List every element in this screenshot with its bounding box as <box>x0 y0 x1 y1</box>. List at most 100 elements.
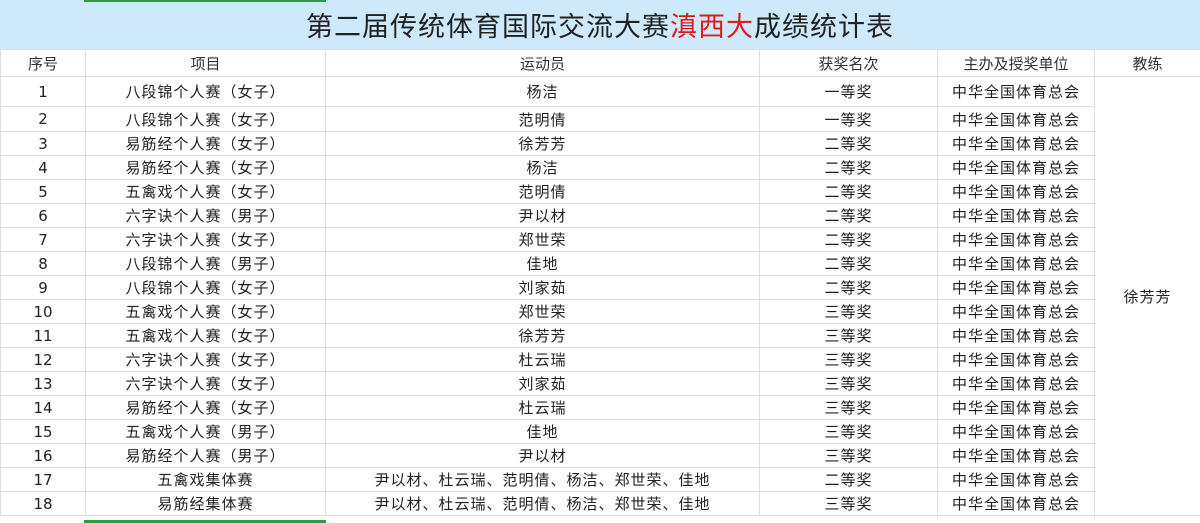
event-cell[interactable]: 易筋经个人赛（女子） <box>85 395 326 420</box>
rank-cell[interactable]: 二等奖 <box>759 467 938 492</box>
organizer-cell[interactable]: 中华全国体育总会 <box>937 179 1095 204</box>
row-index-cell[interactable]: 3 <box>0 131 86 156</box>
event-cell[interactable]: 八段锦个人赛（女子） <box>85 106 326 132</box>
organizer-cell[interactable]: 中华全国体育总会 <box>937 251 1095 276</box>
athlete-cell[interactable]: 佳地 <box>325 251 760 276</box>
organizer-cell[interactable]: 中华全国体育总会 <box>937 323 1095 348</box>
header-organizer[interactable]: 主办及授奖单位 <box>937 49 1095 77</box>
row-index-cell[interactable]: 16 <box>0 443 86 468</box>
row-index-cell[interactable]: 14 <box>0 395 86 420</box>
rank-cell[interactable]: 三等奖 <box>759 491 938 516</box>
organizer-cell[interactable]: 中华全国体育总会 <box>937 76 1095 107</box>
athlete-cell[interactable]: 尹以材、杜云瑞、范明倩、杨洁、郑世荣、佳地 <box>325 491 760 516</box>
rank-cell[interactable]: 二等奖 <box>759 227 938 252</box>
organizer-cell[interactable]: 中华全国体育总会 <box>937 203 1095 228</box>
event-cell[interactable]: 六字诀个人赛（女子） <box>85 371 326 396</box>
athlete-cell[interactable]: 范明倩 <box>325 179 760 204</box>
row-index-cell[interactable]: 8 <box>0 251 86 276</box>
rank-cell[interactable]: 三等奖 <box>759 395 938 420</box>
row-index-cell[interactable]: 6 <box>0 203 86 228</box>
organizer-cell[interactable]: 中华全国体育总会 <box>937 347 1095 372</box>
athlete-cell[interactable]: 范明倩 <box>325 106 760 132</box>
rank-cell[interactable]: 二等奖 <box>759 179 938 204</box>
row-index-cell[interactable]: 5 <box>0 179 86 204</box>
rank-cell[interactable]: 二等奖 <box>759 275 938 300</box>
athlete-cell[interactable]: 郑世荣 <box>325 299 760 324</box>
row-index-cell[interactable]: 12 <box>0 347 86 372</box>
athlete-cell[interactable]: 杨洁 <box>325 76 760 107</box>
athlete-cell[interactable]: 刘家茹 <box>325 371 760 396</box>
row-index-cell[interactable]: 11 <box>0 323 86 348</box>
rank-cell[interactable]: 三等奖 <box>759 371 938 396</box>
event-cell[interactable]: 八段锦个人赛（女子） <box>85 275 326 300</box>
organizer-cell[interactable]: 中华全国体育总会 <box>937 491 1095 516</box>
row-index-cell[interactable]: 7 <box>0 227 86 252</box>
rank-cell[interactable]: 二等奖 <box>759 131 938 156</box>
event-cell[interactable]: 易筋经个人赛（女子） <box>85 131 326 156</box>
row-index-cell[interactable]: 10 <box>0 299 86 324</box>
organizer-cell[interactable]: 中华全国体育总会 <box>937 443 1095 468</box>
header-event[interactable]: 项目 <box>85 49 326 77</box>
organizer-cell[interactable]: 中华全国体育总会 <box>937 106 1095 132</box>
athlete-cell[interactable]: 尹以材 <box>325 203 760 228</box>
athlete-cell[interactable]: 徐芳芳 <box>325 323 760 348</box>
coach-cell[interactable]: 徐芳芳 <box>1094 76 1200 516</box>
rank-cell[interactable]: 三等奖 <box>759 419 938 444</box>
rank-cell[interactable]: 三等奖 <box>759 299 938 324</box>
organizer-cell[interactable]: 中华全国体育总会 <box>937 131 1095 156</box>
event-cell[interactable]: 易筋经集体赛 <box>85 491 326 516</box>
event-cell[interactable]: 六字诀个人赛（女子） <box>85 347 326 372</box>
rank-cell[interactable]: 三等奖 <box>759 323 938 348</box>
header-coach[interactable]: 教练 <box>1094 49 1200 77</box>
header-rank[interactable]: 获奖名次 <box>759 49 938 77</box>
rank-cell[interactable]: 二等奖 <box>759 155 938 180</box>
rank-cell[interactable]: 二等奖 <box>759 251 938 276</box>
event-cell[interactable]: 五禽戏个人赛（女子） <box>85 179 326 204</box>
event-cell[interactable]: 易筋经个人赛（男子） <box>85 443 326 468</box>
rank-cell[interactable]: 一等奖 <box>759 106 938 132</box>
rank-cell[interactable]: 一等奖 <box>759 76 938 107</box>
event-cell[interactable]: 六字诀个人赛（男子） <box>85 203 326 228</box>
row-index-cell[interactable]: 9 <box>0 275 86 300</box>
organizer-cell[interactable]: 中华全国体育总会 <box>937 371 1095 396</box>
row-index-cell[interactable]: 17 <box>0 467 86 492</box>
row-index-cell[interactable]: 18 <box>0 491 86 516</box>
row-index-cell[interactable]: 2 <box>0 106 86 132</box>
athlete-cell[interactable]: 尹以材、杜云瑞、范明倩、杨洁、郑世荣、佳地 <box>325 467 760 492</box>
rank-cell[interactable]: 二等奖 <box>759 203 938 228</box>
athlete-cell[interactable]: 杨洁 <box>325 155 760 180</box>
athlete-cell[interactable]: 徐芳芳 <box>325 131 760 156</box>
athlete-cell[interactable]: 刘家茹 <box>325 275 760 300</box>
organizer-cell[interactable]: 中华全国体育总会 <box>937 227 1095 252</box>
event-cell[interactable]: 五禽戏个人赛（男子） <box>85 419 326 444</box>
athlete-cell[interactable]: 尹以材 <box>325 443 760 468</box>
rank-cell[interactable]: 三等奖 <box>759 347 938 372</box>
event-cell[interactable]: 易筋经个人赛（女子） <box>85 155 326 180</box>
organizer-cell[interactable]: 中华全国体育总会 <box>937 467 1095 492</box>
organizer-cell[interactable]: 中华全国体育总会 <box>937 155 1095 180</box>
rank-cell[interactable]: 三等奖 <box>759 443 938 468</box>
athlete-cell[interactable]: 杜云瑞 <box>325 395 760 420</box>
event-cell[interactable]: 五禽戏个人赛（女子） <box>85 323 326 348</box>
sheet-title[interactable]: 第二届传统体育国际交流大赛 滇西大 成绩统计表 <box>0 0 1200 50</box>
event-cell[interactable]: 五禽戏集体赛 <box>85 467 326 492</box>
organizer-cell[interactable]: 中华全国体育总会 <box>937 419 1095 444</box>
organizer-cell[interactable]: 中华全国体育总会 <box>937 299 1095 324</box>
table-row: 9 八段锦个人赛（女子） 刘家茹 二等奖 中华全国体育总会 <box>0 275 1200 300</box>
row-index-cell[interactable]: 1 <box>0 76 86 107</box>
header-athlete[interactable]: 运动员 <box>325 49 760 77</box>
event-cell[interactable]: 六字诀个人赛（女子） <box>85 227 326 252</box>
event-cell[interactable]: 八段锦个人赛（男子） <box>85 251 326 276</box>
event-cell[interactable]: 五禽戏个人赛（女子） <box>85 299 326 324</box>
event-cell[interactable]: 八段锦个人赛（女子） <box>85 76 326 107</box>
row-index-cell[interactable]: 4 <box>0 155 86 180</box>
row-index-cell[interactable]: 13 <box>0 371 86 396</box>
athlete-cell[interactable]: 杜云瑞 <box>325 347 760 372</box>
header-index[interactable]: 序号 <box>0 49 86 77</box>
table-row: 4 易筋经个人赛（女子） 杨洁 二等奖 中华全国体育总会 <box>0 155 1200 180</box>
athlete-cell[interactable]: 佳地 <box>325 419 760 444</box>
athlete-cell[interactable]: 郑世荣 <box>325 227 760 252</box>
organizer-cell[interactable]: 中华全国体育总会 <box>937 275 1095 300</box>
organizer-cell[interactable]: 中华全国体育总会 <box>937 395 1095 420</box>
row-index-cell[interactable]: 15 <box>0 419 86 444</box>
